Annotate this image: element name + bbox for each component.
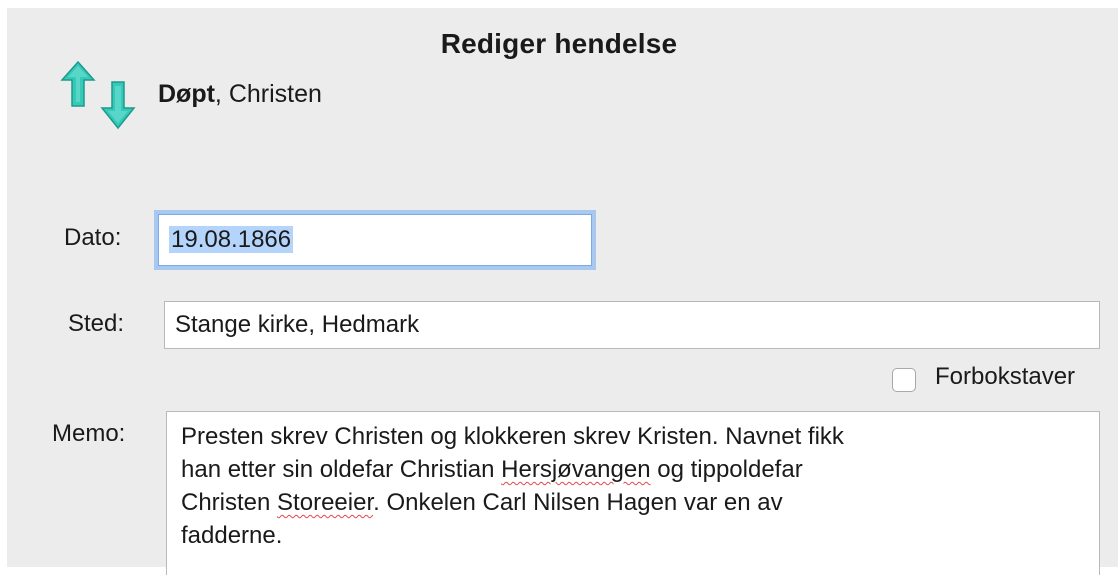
capitals-label[interactable]: Forbokstaver: [935, 363, 1075, 391]
person-name: Christen: [228, 80, 322, 108]
window-edge: [0, 8, 7, 575]
date-value: 19.08.1866: [169, 226, 294, 253]
memo-line: Christen Storeeier. Onkelen Carl Nilsen …: [181, 489, 783, 516]
memo-line: Presten skrev Christen og klokkeren skre…: [181, 423, 844, 450]
arrow-down-icon[interactable]: [100, 81, 136, 130]
memo-line: han etter sin oldefar Christian Hersjøva…: [181, 456, 803, 483]
event-subject: Døpt, Christen: [158, 80, 322, 109]
memo-field[interactable]: Presten skrev Christen og klokkeren skre…: [166, 411, 1100, 575]
arrow-up-icon[interactable]: [60, 60, 96, 107]
place-value: Stange kirke, Hedmark: [175, 311, 420, 338]
memo-line: fadderne.: [181, 522, 283, 549]
spelling-error: Storeeier: [277, 489, 374, 516]
event-type: Døpt: [158, 80, 215, 108]
edit-event-dialog: Rediger hendelse Døpt, Christen Dato: 19…: [0, 0, 1118, 575]
memo-label: Memo:: [52, 420, 126, 447]
subject-separator: ,: [214, 80, 229, 108]
dialog-title: Rediger hendelse: [440, 28, 678, 59]
capitals-checkbox[interactable]: [892, 368, 916, 392]
spelling-error: Hersjøvangen: [501, 456, 651, 483]
place-label: Sted:: [68, 310, 125, 337]
date-field[interactable]: 19.08.1866: [158, 214, 592, 266]
date-label: Dato:: [64, 224, 122, 251]
reorder-arrows: [60, 60, 136, 130]
place-field[interactable]: Stange kirke, Hedmark: [164, 301, 1100, 349]
